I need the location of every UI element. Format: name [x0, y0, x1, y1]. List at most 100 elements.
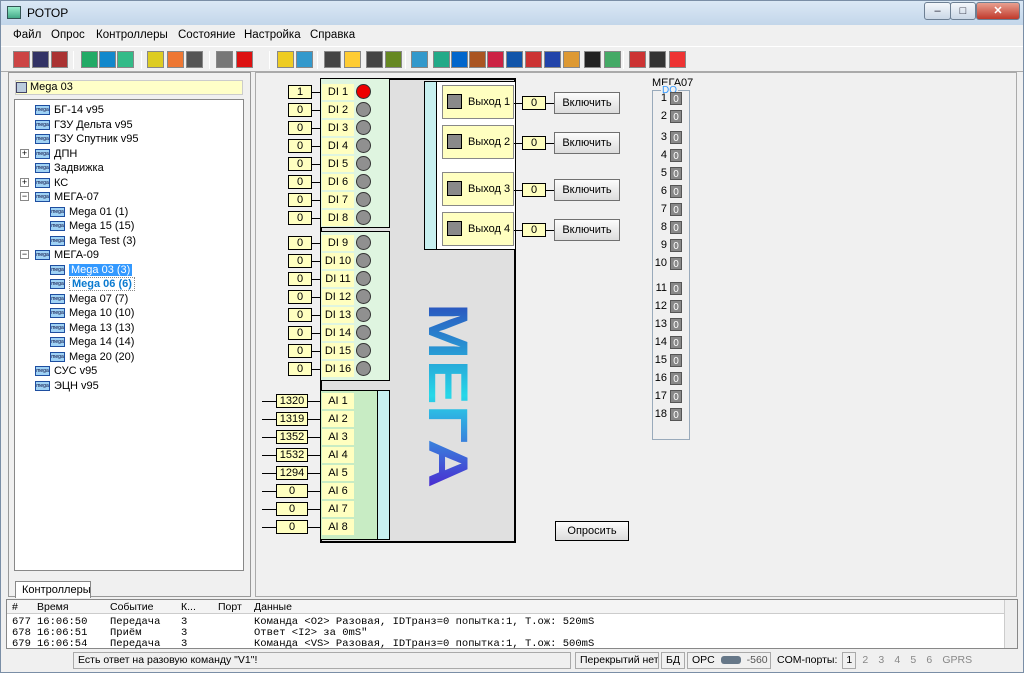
do-number: 11 [655, 282, 667, 294]
do-number: 10 [654, 257, 667, 269]
com-port-item[interactable]: 5 [906, 653, 920, 668]
com-port-item[interactable]: 1 [842, 652, 857, 669]
toolbar-timer-icon[interactable] [167, 51, 184, 68]
output-enable-button[interactable]: Включить [554, 179, 620, 201]
tree-item[interactable]: mega Задвижка [35, 161, 104, 175]
tree-item[interactable]: mega Mega Test (3) [50, 234, 136, 248]
com-port-item[interactable]: 6 [922, 653, 936, 668]
tree-item[interactable]: mega Mega 06 (6) [50, 277, 135, 291]
tree-item[interactable]: mega Mega 07 (7) [50, 292, 128, 306]
toolbar-gear-icon[interactable] [506, 51, 523, 68]
tree-item[interactable]: mega Mega 10 (10) [50, 306, 134, 320]
minimize-button[interactable]: – [924, 2, 951, 20]
controller-edit-icon [16, 82, 27, 93]
toolbar-poll-start-icon[interactable] [81, 51, 98, 68]
toolbar-calculator-icon[interactable] [186, 51, 203, 68]
output-enable-button[interactable]: Включить [554, 92, 620, 114]
com-port-item[interactable]: 3 [874, 653, 888, 668]
tree-item[interactable]: mega Mega 14 (14) [50, 335, 134, 349]
tree-item[interactable]: mega Mega 01 (1) [50, 205, 128, 219]
toolbar-sliders-icon[interactable] [649, 51, 666, 68]
toolbar-stop-icon[interactable] [236, 51, 253, 68]
menu-poll[interactable]: Опрос [51, 29, 85, 41]
tree-expand-icon[interactable]: + [20, 148, 29, 158]
toolbar-chart-icon[interactable] [385, 51, 402, 68]
output-enable-button[interactable]: Включить [554, 219, 620, 241]
title-bar: РОТОР – □ ✕ [1, 1, 1023, 25]
toolbar-search-icon[interactable] [277, 51, 294, 68]
tree-item[interactable]: mega Mega 15 (15) [50, 219, 134, 233]
log-col-event[interactable]: Событие [110, 601, 154, 613]
log-col-time[interactable]: Время [37, 601, 69, 613]
menu-file[interactable]: Файл [13, 29, 41, 41]
tree-item[interactable]: mega СУС v95 [35, 364, 97, 378]
toolbar-save-icon[interactable] [32, 51, 49, 68]
tree-collapse-icon[interactable]: − [20, 192, 29, 201]
toolbar-link-icon[interactable] [433, 51, 450, 68]
tab-controllers[interactable]: Контроллеры [15, 581, 91, 598]
toolbar-network-icon[interactable] [469, 51, 486, 68]
controller-icon: mega [50, 235, 65, 246]
toolbar-columns-icon[interactable] [451, 51, 468, 68]
tree-item[interactable]: mega Mega 13 (13) [50, 321, 134, 335]
log-col-k[interactable]: К... [181, 601, 196, 613]
toolbar-led-icon[interactable] [669, 51, 686, 68]
toolbar-tools-icon[interactable] [487, 51, 504, 68]
com-port-item[interactable]: 4 [890, 653, 904, 668]
log-scrollbar[interactable] [1004, 600, 1017, 648]
menu-state[interactable]: Состояние [178, 29, 235, 41]
di-label: DI 11 [322, 271, 354, 287]
tree-item[interactable]: mega БГ-14 v95 [35, 103, 104, 117]
di-indicator-led [356, 235, 371, 250]
toolbar-chip-icon[interactable] [604, 51, 621, 68]
log-col-num[interactable]: # [12, 601, 18, 613]
tree-item[interactable]: mega Mega 03 (3) [50, 263, 133, 277]
controller-icon: mega [35, 105, 50, 116]
tree-item[interactable]: mega ГЗУ Спутник v95 [35, 132, 139, 146]
toolbar-notes-icon[interactable] [296, 51, 313, 68]
tree-item[interactable]: mega МЕГА-09 [35, 248, 99, 262]
menu-settings[interactable]: Настройка [244, 29, 301, 41]
di-indicator-led [356, 120, 371, 135]
tree-expand-icon[interactable]: + [20, 177, 29, 187]
toolbar-open-icon[interactable] [13, 51, 30, 68]
toolbar-tree-view-icon[interactable] [99, 51, 116, 68]
controller-icon: mega [35, 134, 50, 145]
toolbar-settings-icon[interactable] [147, 51, 164, 68]
tree-item[interactable]: mega КС [35, 176, 68, 190]
toolbar-controller-list-icon[interactable] [117, 51, 134, 68]
toolbar-magic-icon[interactable] [584, 51, 601, 68]
toolbar-ruler-icon[interactable] [544, 51, 561, 68]
tree-item-label: ГЗУ Дельта v95 [54, 118, 133, 131]
controller-icon: mega [35, 192, 50, 203]
toolbar-close-file-icon[interactable] [51, 51, 68, 68]
close-button[interactable]: ✕ [976, 2, 1020, 20]
toolbar-eye-icon[interactable] [366, 51, 383, 68]
toolbar-filter-icon[interactable] [344, 51, 361, 68]
tree-collapse-icon[interactable]: − [20, 250, 29, 259]
menu-help[interactable]: Справка [310, 29, 355, 41]
toolbar-bar-chart-icon[interactable] [629, 51, 646, 68]
menu-controllers[interactable]: Контроллеры [96, 29, 168, 41]
do-number: 18 [654, 408, 667, 420]
toolbar-pencil-icon[interactable] [563, 51, 580, 68]
tree-item[interactable]: mega ДПН [35, 147, 77, 161]
toolbar-chart-down-icon[interactable] [411, 51, 428, 68]
tree-item[interactable]: mega МЕГА-07 [35, 190, 99, 204]
tree-item[interactable]: mega ЭЦН v95 [35, 379, 99, 393]
com-port-item[interactable]: 2 [858, 653, 872, 668]
log-col-port[interactable]: Порт [218, 601, 242, 613]
toolbar-printer-icon[interactable] [324, 51, 341, 68]
do-value: 0 [670, 390, 682, 403]
maximize-button[interactable]: □ [950, 2, 976, 20]
do-number: 8 [660, 221, 667, 233]
output-enable-button[interactable]: Включить [554, 132, 620, 154]
log-col-data[interactable]: Данные [254, 601, 292, 613]
toolbar-lamp-icon[interactable] [525, 51, 542, 68]
tree-item[interactable]: mega Mega 20 (20) [50, 350, 134, 364]
tree-item[interactable]: mega ГЗУ Дельта v95 [35, 118, 133, 132]
di-indicator-led [356, 307, 371, 322]
toolbar-connect-icon[interactable] [216, 51, 233, 68]
poll-button[interactable]: Опросить [555, 521, 629, 541]
status-db: БД [661, 652, 685, 669]
